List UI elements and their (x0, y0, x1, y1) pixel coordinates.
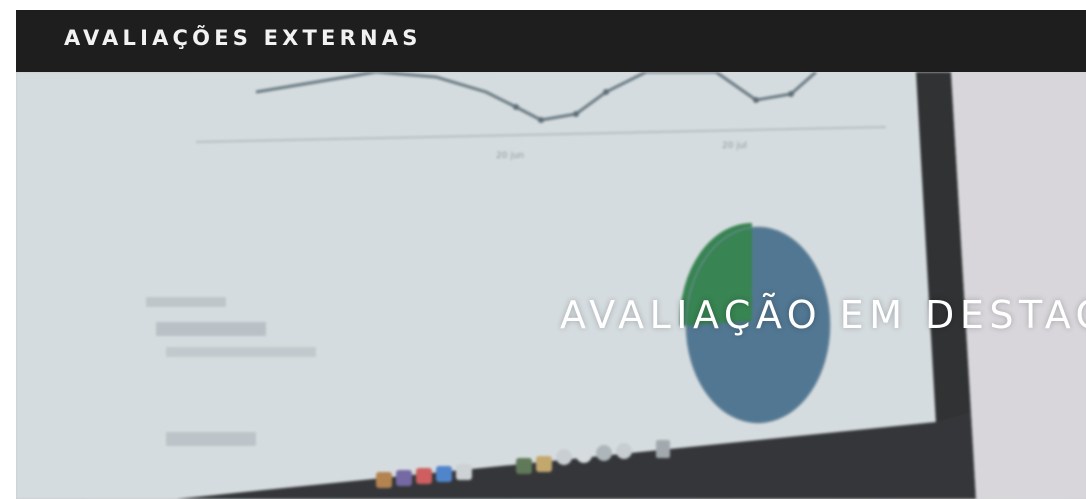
hero-heading: AVALIAÇÃO EM DESTAQUE (560, 293, 1086, 338)
hero-overlay (16, 72, 1086, 499)
top-bar: AVALIAÇÕES EXTERNAS (16, 10, 1086, 72)
hero-banner: 20 jun 20 jul AVALIAÇÃO EM DESTA (16, 72, 1086, 499)
page-frame: AVALIAÇÕES EXTERNAS 20 jun 20 jul AVALIA… (16, 10, 1086, 499)
page-title: AVALIAÇÕES EXTERNAS (64, 26, 422, 50)
